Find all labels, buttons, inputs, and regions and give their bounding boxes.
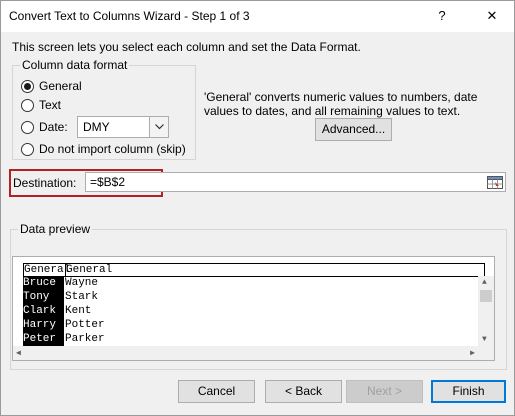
preview-cell: Parker [65, 333, 105, 345]
destination-value: =$B$2 [90, 175, 126, 189]
radio-button-icon[interactable] [21, 79, 34, 93]
help-button[interactable]: ? [431, 6, 453, 26]
preview-cell: Tony [23, 291, 50, 303]
radio-skip[interactable]: Do not import column (skip) [21, 141, 186, 157]
cancel-button[interactable]: Cancel [178, 380, 255, 403]
advanced-button[interactable]: Advanced... [315, 118, 392, 141]
group-title: Column data format [20, 58, 130, 72]
finish-button[interactable]: Finish [431, 380, 506, 403]
range-select-icon[interactable] [485, 174, 504, 190]
scroll-up-icon[interactable]: ▲ [482, 278, 487, 287]
radio-date[interactable]: Date: [21, 119, 68, 135]
preview-cell: Bruce [23, 277, 57, 289]
date-format-select[interactable]: DMY [77, 116, 169, 138]
radio-label: Do not import column (skip) [39, 142, 186, 156]
scroll-thumb[interactable] [480, 290, 492, 302]
destination-input[interactable]: =$B$2 [85, 172, 506, 192]
back-button[interactable]: < Back [265, 380, 342, 403]
column-header-2[interactable]: General [65, 264, 112, 276]
wizard-dialog: Convert Text to Columns Wizard - Step 1 … [0, 0, 515, 416]
preview-cell: Stark [65, 291, 99, 303]
destination-label: Destination: [13, 176, 77, 190]
scroll-right-icon[interactable]: ▶ [470, 348, 475, 358]
title-bar: Convert Text to Columns Wizard - Step 1 … [1, 1, 514, 32]
preview-cell: Clark [23, 305, 57, 317]
select-value: DMY [83, 120, 110, 134]
next-button[interactable]: Next > [346, 380, 423, 403]
format-description: 'General' converts numeric values to num… [204, 90, 478, 118]
preview-cell: Peter [23, 333, 57, 345]
data-preview-pane[interactable]: General General Bruce Wayne Tony Stark C… [12, 256, 495, 361]
scroll-left-icon[interactable]: ◀ [16, 348, 21, 358]
preview-cell: Potter [65, 319, 105, 331]
group-title: Data preview [18, 222, 93, 236]
radio-label: Date: [39, 120, 68, 134]
radio-button-icon[interactable] [21, 142, 34, 156]
radio-text[interactable]: Text [21, 97, 61, 113]
scroll-down-icon[interactable]: ▼ [482, 335, 487, 344]
radio-label: Text [39, 98, 62, 112]
radio-general[interactable]: General [21, 78, 82, 94]
dialog-title: Convert Text to Columns Wizard - Step 1 … [9, 9, 250, 23]
column-header-1[interactable]: General [24, 264, 70, 276]
radio-label: General [39, 79, 82, 93]
preview-cell: Wayne [65, 277, 99, 289]
preview-column-header[interactable]: General General [23, 263, 485, 277]
preview-cell: Kent [65, 305, 92, 317]
radio-button-icon[interactable] [21, 98, 34, 112]
horizontal-scrollbar[interactable]: ◀ ▶ [13, 346, 494, 360]
close-button[interactable]: ✕ [481, 6, 503, 26]
vertical-scrollbar[interactable]: ▲ ▼ [478, 276, 494, 346]
intro-text: This screen lets you select each column … [12, 40, 361, 54]
preview-cell: Harry [23, 319, 57, 331]
chevron-down-icon[interactable] [149, 117, 168, 137]
radio-button-icon[interactable] [21, 120, 34, 134]
